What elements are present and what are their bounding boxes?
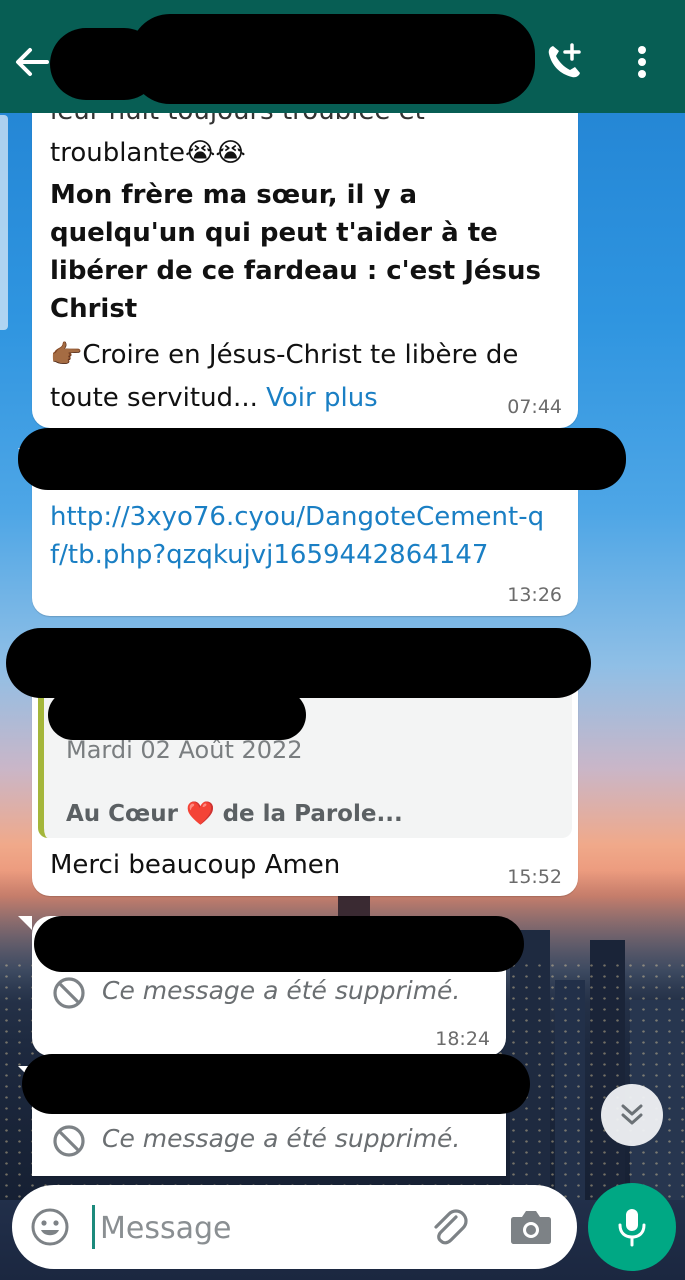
double-chevron-down-icon — [621, 1104, 643, 1125]
add-call-button[interactable] — [540, 38, 588, 86]
back-button[interactable] — [12, 40, 52, 84]
more-options-button[interactable] — [620, 38, 664, 86]
voice-record-button[interactable] — [588, 1183, 676, 1271]
message-input[interactable] — [98, 1199, 422, 1257]
paperclip-icon[interactable] — [426, 1205, 470, 1249]
redacted-sender-name — [6, 628, 591, 698]
message-time: 13:26 — [507, 584, 562, 606]
message-line: troublante😭😭 — [50, 138, 246, 168]
message-bubble[interactable]: leur nuit toujours troublée et troublant… — [32, 80, 578, 428]
message-link[interactable]: http://3xyo76.cyou/DangoteCement-qf/tb.p… — [50, 498, 560, 574]
redacted-sender-name — [22, 1054, 530, 1114]
emoji-icon[interactable] — [30, 1207, 70, 1247]
deleted-message-text: Ce message a été supprimé. — [102, 1124, 461, 1153]
message-time: 07:44 — [507, 396, 562, 418]
message-text: Merci beaucoup Amen — [50, 850, 341, 880]
scroll-to-bottom-button[interactable] — [601, 1084, 663, 1146]
message-body: 👉🏾Croire en Jésus-Christ te libère de to… — [50, 334, 560, 420]
message-bold-text: Mon frère ma sœur, il y a quelqu'un qui … — [50, 180, 542, 324]
more-vertical-icon — [638, 46, 646, 78]
text-cursor — [92, 1205, 95, 1249]
deleted-message-icon — [53, 1125, 85, 1157]
message-composer — [12, 1185, 577, 1269]
redacted-sender-name — [18, 428, 626, 490]
redacted-sender-name — [34, 916, 524, 972]
arrow-left-icon — [16, 48, 49, 76]
read-more-link[interactable]: Voir plus — [266, 383, 378, 413]
bubble-tail — [18, 916, 32, 930]
scrollbar[interactable] — [0, 115, 8, 330]
deleted-message-text: Ce message a été supprimé. — [102, 976, 461, 1005]
deleted-message-icon — [53, 977, 85, 1009]
message-time: 18:24 — [435, 1028, 490, 1050]
add-call-icon — [548, 43, 581, 78]
message-time: 15:52 — [507, 866, 562, 888]
redacted-quote-author — [48, 690, 306, 740]
redacted-contact-name[interactable] — [130, 14, 535, 104]
quoted-date: Mardi 02 Août 2022 — [66, 736, 303, 764]
chat-header — [0, 0, 685, 113]
camera-icon[interactable] — [508, 1205, 554, 1249]
quoted-text: Au Cœur ❤️ de la Parole... — [66, 801, 403, 827]
microphone-icon — [618, 1209, 646, 1247]
